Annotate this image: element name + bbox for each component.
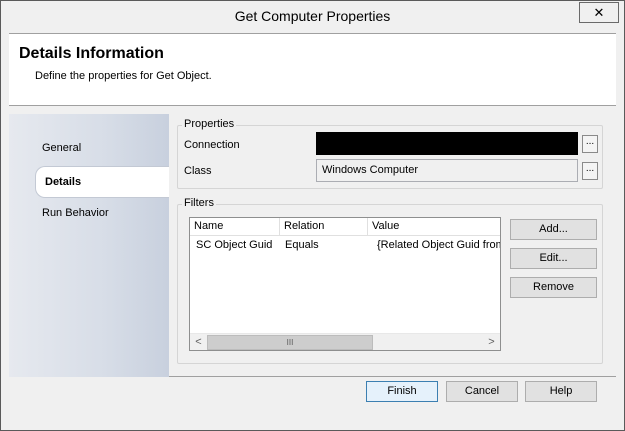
title-bar: Get Computer Properties ✕ bbox=[1, 1, 624, 31]
connection-browse-button[interactable]: ... bbox=[582, 135, 598, 153]
scrollbar-grip: III bbox=[286, 338, 294, 347]
header-panel: Details Information Define the propertie… bbox=[9, 33, 616, 105]
column-header-name[interactable]: Name bbox=[190, 218, 280, 236]
scrollbar-thumb[interactable]: III bbox=[207, 335, 373, 350]
help-button[interactable]: Help bbox=[525, 381, 597, 402]
close-icon: ✕ bbox=[593, 5, 605, 20]
connection-label: Connection bbox=[184, 139, 240, 151]
class-field[interactable]: Windows Computer bbox=[316, 159, 578, 182]
edit-filter-button[interactable]: Edit... bbox=[510, 248, 597, 269]
filters-list-header: Name Relation Value bbox=[190, 218, 500, 236]
page-subtitle: Define the properties for Get Object. bbox=[35, 70, 212, 82]
class-browse-button[interactable]: ... bbox=[582, 162, 598, 180]
nav-item-details[interactable]: Details bbox=[35, 166, 169, 198]
class-label: Class bbox=[184, 165, 212, 177]
connection-field[interactable] bbox=[316, 132, 578, 155]
nav-item-run-behavior[interactable]: Run Behavior bbox=[42, 207, 109, 219]
filters-list[interactable]: Name Relation Value SC Object Guid Equal… bbox=[189, 217, 501, 351]
column-header-value[interactable]: Value bbox=[368, 218, 500, 236]
chevron-left-icon[interactable]: < bbox=[190, 334, 207, 350]
close-button[interactable]: ✕ bbox=[579, 2, 619, 23]
finish-button[interactable]: Finish bbox=[366, 381, 438, 402]
horizontal-scrollbar[interactable]: < III > bbox=[190, 333, 500, 350]
row-value-cell: {Related Object Guid from bbox=[377, 239, 500, 251]
cancel-button[interactable]: Cancel bbox=[446, 381, 518, 402]
filters-legend: Filters bbox=[182, 197, 216, 209]
nav-sidebar: General Details Run Behavior bbox=[9, 114, 169, 377]
row-relation-cell: Equals bbox=[285, 239, 319, 251]
nav-item-general[interactable]: General bbox=[42, 142, 81, 154]
chevron-right-icon[interactable]: > bbox=[483, 334, 500, 350]
properties-legend: Properties bbox=[182, 118, 237, 130]
window-title: Get Computer Properties bbox=[234, 8, 391, 24]
nav-item-details-label: Details bbox=[45, 176, 82, 188]
row-name-cell: SC Object Guid bbox=[196, 239, 273, 251]
dialog-window: Get Computer Properties ✕ Details Inform… bbox=[0, 0, 625, 431]
body-area: General Details Run Behavior Properties … bbox=[9, 105, 616, 377]
page-title: Details Information bbox=[19, 45, 164, 62]
remove-filter-button[interactable]: Remove bbox=[510, 277, 597, 298]
add-filter-button[interactable]: Add... bbox=[510, 219, 597, 240]
column-header-relation[interactable]: Relation bbox=[280, 218, 368, 236]
